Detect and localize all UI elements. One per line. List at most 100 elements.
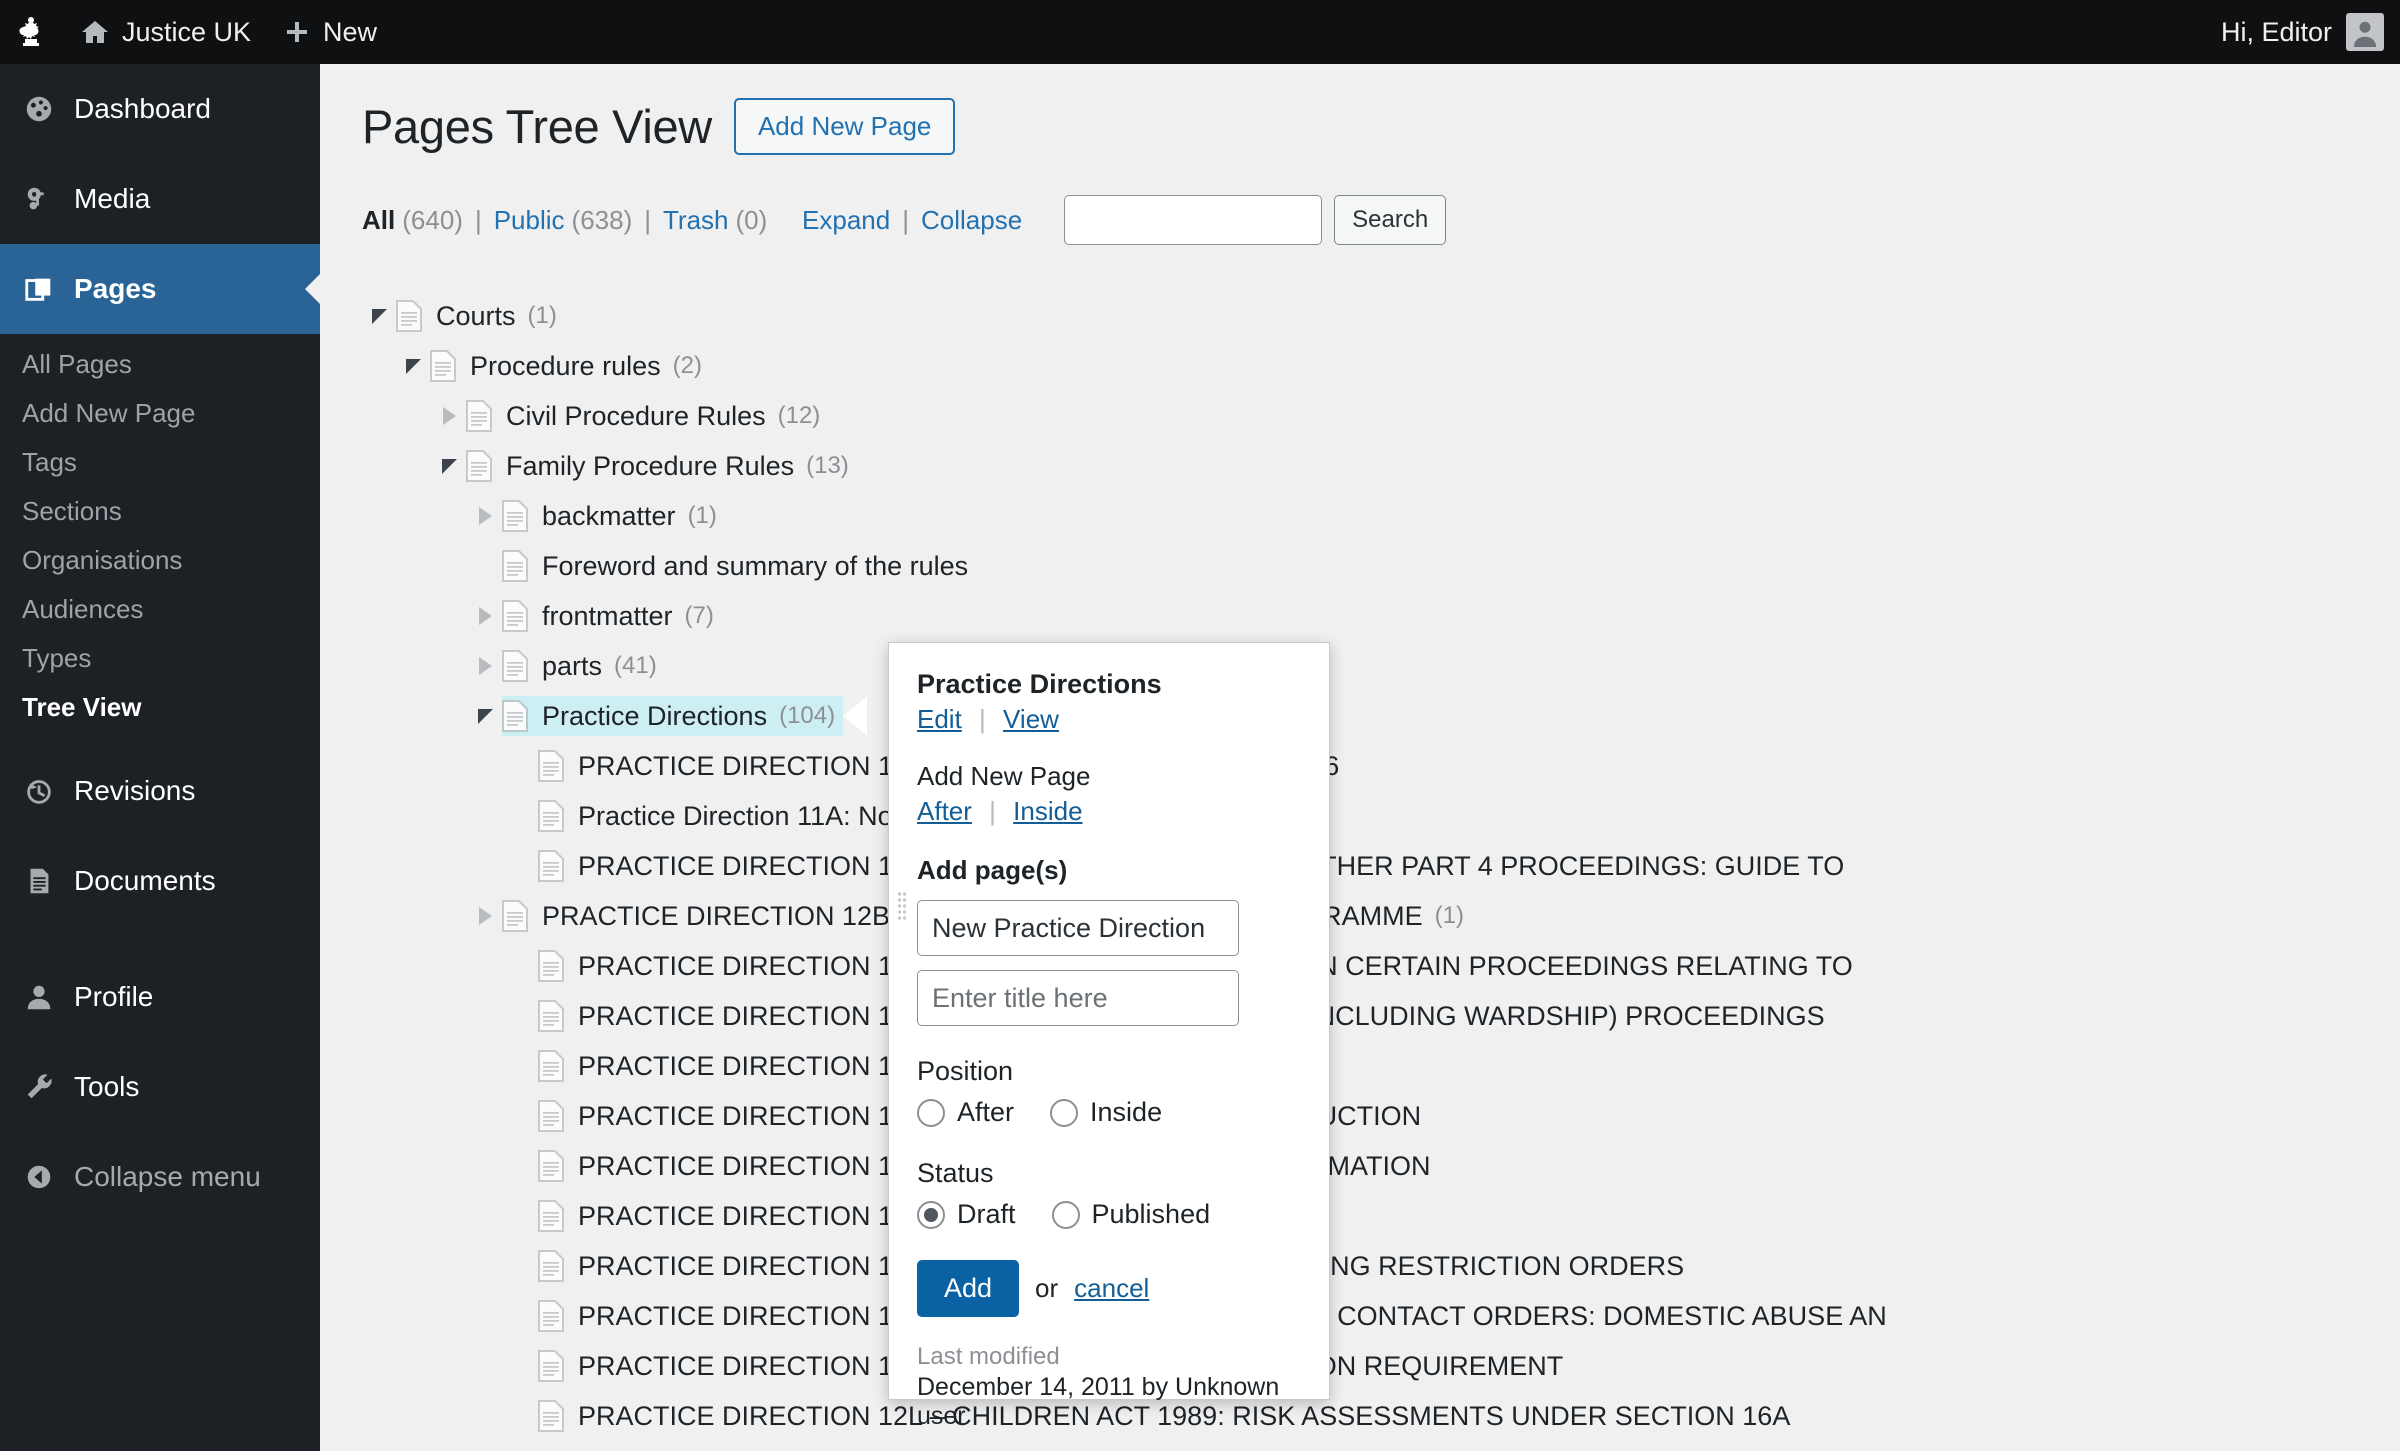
tree-row[interactable]: PRACTICE DIRECTION 12B – CHILD ARRANGEME… xyxy=(362,891,2400,941)
add-new-page-button[interactable]: Add New Page xyxy=(733,98,956,155)
filter-public-label[interactable]: Public xyxy=(494,205,565,235)
page-icon xyxy=(538,800,564,832)
filter-trash-label[interactable]: Trash xyxy=(663,205,729,235)
twisty-closed-icon[interactable] xyxy=(468,607,502,625)
tree-row[interactable]: frontmatter (7) xyxy=(362,591,2400,641)
tree-row[interactable]: PRACTICE DIRECTION 12K – CHILDREN ACT 19… xyxy=(362,1341,2400,1391)
twisty-open-icon[interactable] xyxy=(396,358,430,374)
twisty-open-icon[interactable] xyxy=(468,708,502,724)
view-link[interactable]: View xyxy=(1003,704,1059,734)
tree-row[interactable]: PRACTICE DIRECTION 10A – PART 4 FAMILY L… xyxy=(362,741,2400,791)
tree-row[interactable]: PRACTICE DIRECTION 12A – CARE, SUPERVISI… xyxy=(362,841,2400,891)
sidebar-item-revisions[interactable]: Revisions xyxy=(0,746,320,836)
tree-row[interactable]: PRACTICE DIRECTION 12E – URGENT BUSINESS xyxy=(362,1041,2400,1091)
popup-page-links: Edit | View xyxy=(917,704,1301,735)
sidebar-subitem-all-pages[interactable]: All Pages xyxy=(0,340,320,389)
sidebar-subitem-tree-view[interactable]: Tree View xyxy=(0,683,320,732)
tree-row[interactable]: PRACTICE DIRECTION 12L – CHILDREN ACT 19… xyxy=(362,1391,2400,1441)
new-page-title-input-1[interactable] xyxy=(917,900,1239,956)
sidebar-item-dashboard[interactable]: Dashboard xyxy=(0,64,320,154)
sidebar-subitem-add-new-page[interactable]: Add New Page xyxy=(0,389,320,438)
tree-row-label[interactable]: Practice Directions xyxy=(542,701,767,732)
position-inside-option[interactable]: Inside xyxy=(1050,1097,1162,1128)
sidebar-subitem-audiences[interactable]: Audiences xyxy=(0,585,320,634)
sidebar-item-profile[interactable]: Profile xyxy=(0,952,320,1042)
status-published-label: Published xyxy=(1091,1199,1211,1229)
tree-row-label[interactable]: frontmatter xyxy=(542,601,673,632)
tree-row-label[interactable]: Procedure rules xyxy=(470,351,661,382)
tree-row[interactable]: Procedure rules (2) xyxy=(362,341,2400,391)
tree-row[interactable]: PRACTICE DIRECTION 12J – CHILD ARRANGEME… xyxy=(362,1291,2400,1341)
last-modified-label: Last modified xyxy=(917,1343,1060,1370)
tree-row[interactable]: Family Procedure Rules (13) xyxy=(362,441,2400,491)
site-name-menu[interactable]: Justice UK xyxy=(64,0,267,64)
position-after-option[interactable]: After xyxy=(917,1097,1014,1128)
page-icon xyxy=(502,500,528,532)
new-page-title-input-2[interactable] xyxy=(917,970,1239,1026)
filter-all[interactable]: All (640) xyxy=(362,205,463,236)
howdy-label[interactable]: Hi, Editor xyxy=(2221,17,2332,48)
tree-row[interactable]: Courts (1) xyxy=(362,291,2400,341)
tree-row-selected[interactable]: Practice Directions (104) xyxy=(362,691,2400,741)
tree-row-label[interactable]: Foreword and summary of the rules xyxy=(542,551,968,582)
tree-row[interactable]: PRACTICE DIRECTION 12I – APPLICATIONS FO… xyxy=(362,1241,2400,1291)
twisty-open-icon[interactable] xyxy=(432,458,466,474)
edit-link[interactable]: Edit xyxy=(917,704,962,734)
cancel-link[interactable]: cancel xyxy=(1074,1273,1149,1304)
add-after-link[interactable]: After xyxy=(917,796,972,826)
tree-row[interactable]: PRACTICE DIRECTION 12D – INHERENT JURISD… xyxy=(362,991,2400,1041)
sidebar-item-label: Media xyxy=(74,183,151,214)
sidebar-item-label: Tools xyxy=(74,1071,140,1102)
filter-trash[interactable]: Trash (0) xyxy=(663,205,767,236)
status-label: Status xyxy=(917,1158,994,1188)
tree-row[interactable]: PRACTICE DIRECTION 12F – INTERNATIONAL C… xyxy=(362,1091,2400,1141)
collapse-link[interactable]: Collapse xyxy=(921,205,1022,236)
twisty-closed-icon[interactable] xyxy=(468,507,502,525)
avatar[interactable] xyxy=(2346,13,2384,51)
twisty-closed-icon[interactable] xyxy=(468,657,502,675)
tree-row[interactable]: PRACTICE DIRECTION 12C – SERVICE OF APPL… xyxy=(362,941,2400,991)
sidebar-item-pages[interactable]: Pages xyxy=(0,244,320,334)
status-draft-option[interactable]: Draft xyxy=(917,1199,1016,1230)
page-icon xyxy=(538,1000,564,1032)
twisty-open-icon[interactable] xyxy=(362,308,396,324)
tree-row-label[interactable]: Family Procedure Rules xyxy=(506,451,794,482)
add-button[interactable]: Add xyxy=(917,1260,1020,1317)
drag-handle[interactable] xyxy=(897,891,907,921)
tree-row-selection[interactable]: Practice Directions (104) xyxy=(502,696,868,736)
sidebar-subitem-sections[interactable]: Sections xyxy=(0,487,320,536)
tree-row-label[interactable]: backmatter xyxy=(542,501,676,532)
status-published-option[interactable]: Published xyxy=(1051,1199,1211,1230)
tree-row-label[interactable]: parts xyxy=(542,651,602,682)
tree-row[interactable]: Practice Direction 11A: Notifying court … xyxy=(362,791,2400,841)
tree-row-count: (2) xyxy=(672,352,702,379)
radio-circle-icon[interactable] xyxy=(917,1200,945,1229)
tree-row[interactable]: PRACTICE DIRECTION 12G – COMMUNICATION O… xyxy=(362,1141,2400,1191)
add-inside-link[interactable]: Inside xyxy=(1013,796,1082,826)
search-button[interactable]: Search xyxy=(1334,195,1447,245)
search-input[interactable] xyxy=(1064,195,1323,245)
filter-public[interactable]: Public (638) xyxy=(494,205,633,236)
tree-row[interactable]: Foreword and summary of the rules xyxy=(362,541,2400,591)
radio-circle-icon[interactable] xyxy=(917,1098,945,1127)
twisty-closed-icon[interactable] xyxy=(468,907,502,925)
tree-row-label[interactable]: Civil Procedure Rules xyxy=(506,401,766,432)
tree-row[interactable]: PRACTICE DIRECTION 12H – CONTRIBUTION OR… xyxy=(362,1191,2400,1241)
sidebar-subitem-types[interactable]: Types xyxy=(0,634,320,683)
tree-row[interactable]: backmatter (1) xyxy=(362,491,2400,541)
sidebar-item-tools[interactable]: Tools xyxy=(0,1042,320,1132)
tree-row-label[interactable]: Courts xyxy=(436,301,516,332)
wp-logo-menu[interactable] xyxy=(0,0,64,64)
radio-circle-icon[interactable] xyxy=(1051,1200,1080,1229)
tree-row[interactable]: Civil Procedure Rules (12) xyxy=(362,391,2400,441)
expand-link[interactable]: Expand xyxy=(802,205,890,236)
sidebar-subitem-tags[interactable]: Tags xyxy=(0,438,320,487)
radio-circle-icon[interactable] xyxy=(1050,1098,1079,1127)
twisty-closed-icon[interactable] xyxy=(432,407,466,425)
sidebar-item-documents[interactable]: Documents xyxy=(0,836,320,926)
tree-row[interactable]: parts (41) xyxy=(362,641,2400,691)
new-content-menu[interactable]: New xyxy=(267,0,393,64)
sidebar-subitem-organisations[interactable]: Organisations xyxy=(0,536,320,585)
sidebar-item-collapse-menu[interactable]: Collapse menu xyxy=(0,1132,320,1222)
sidebar-item-media[interactable]: Media xyxy=(0,154,320,244)
